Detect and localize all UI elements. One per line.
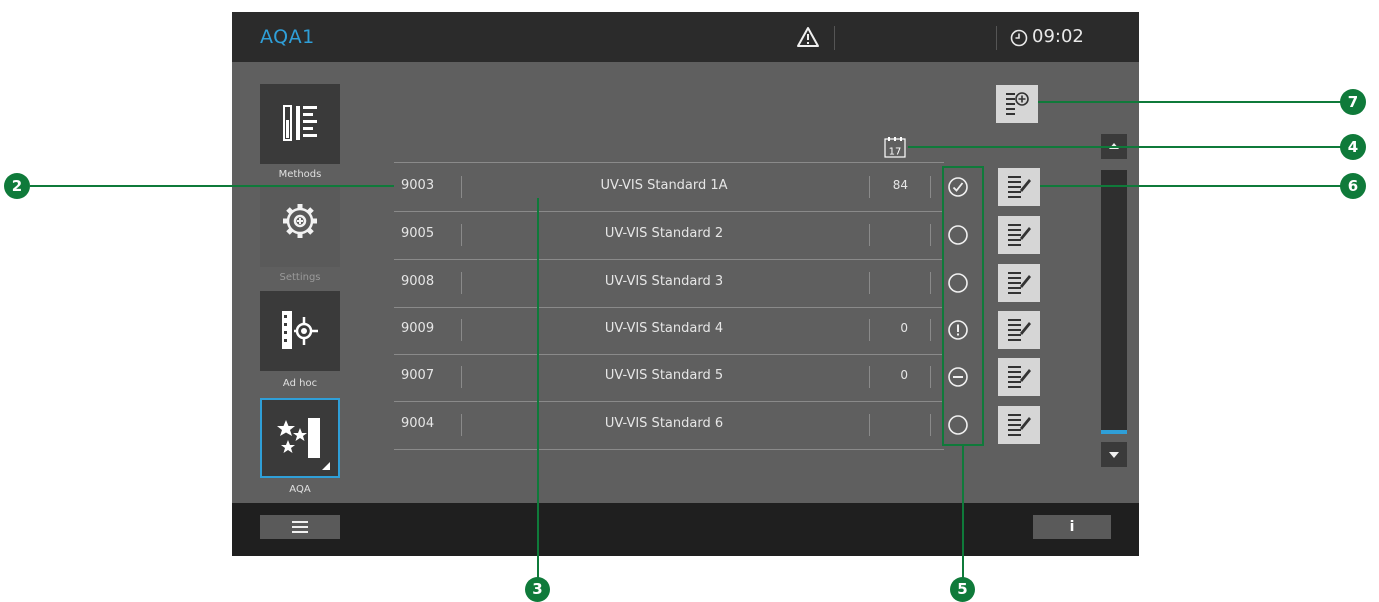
callout-5: 5 — [950, 577, 975, 602]
callout-2: 2 — [4, 173, 30, 199]
callout-7: 7 — [1340, 89, 1366, 115]
callout-4: 4 — [1340, 134, 1366, 160]
callout-6: 6 — [1340, 173, 1366, 199]
callout-3: 3 — [525, 577, 550, 602]
annotation-lines — [30, 101, 1341, 590]
